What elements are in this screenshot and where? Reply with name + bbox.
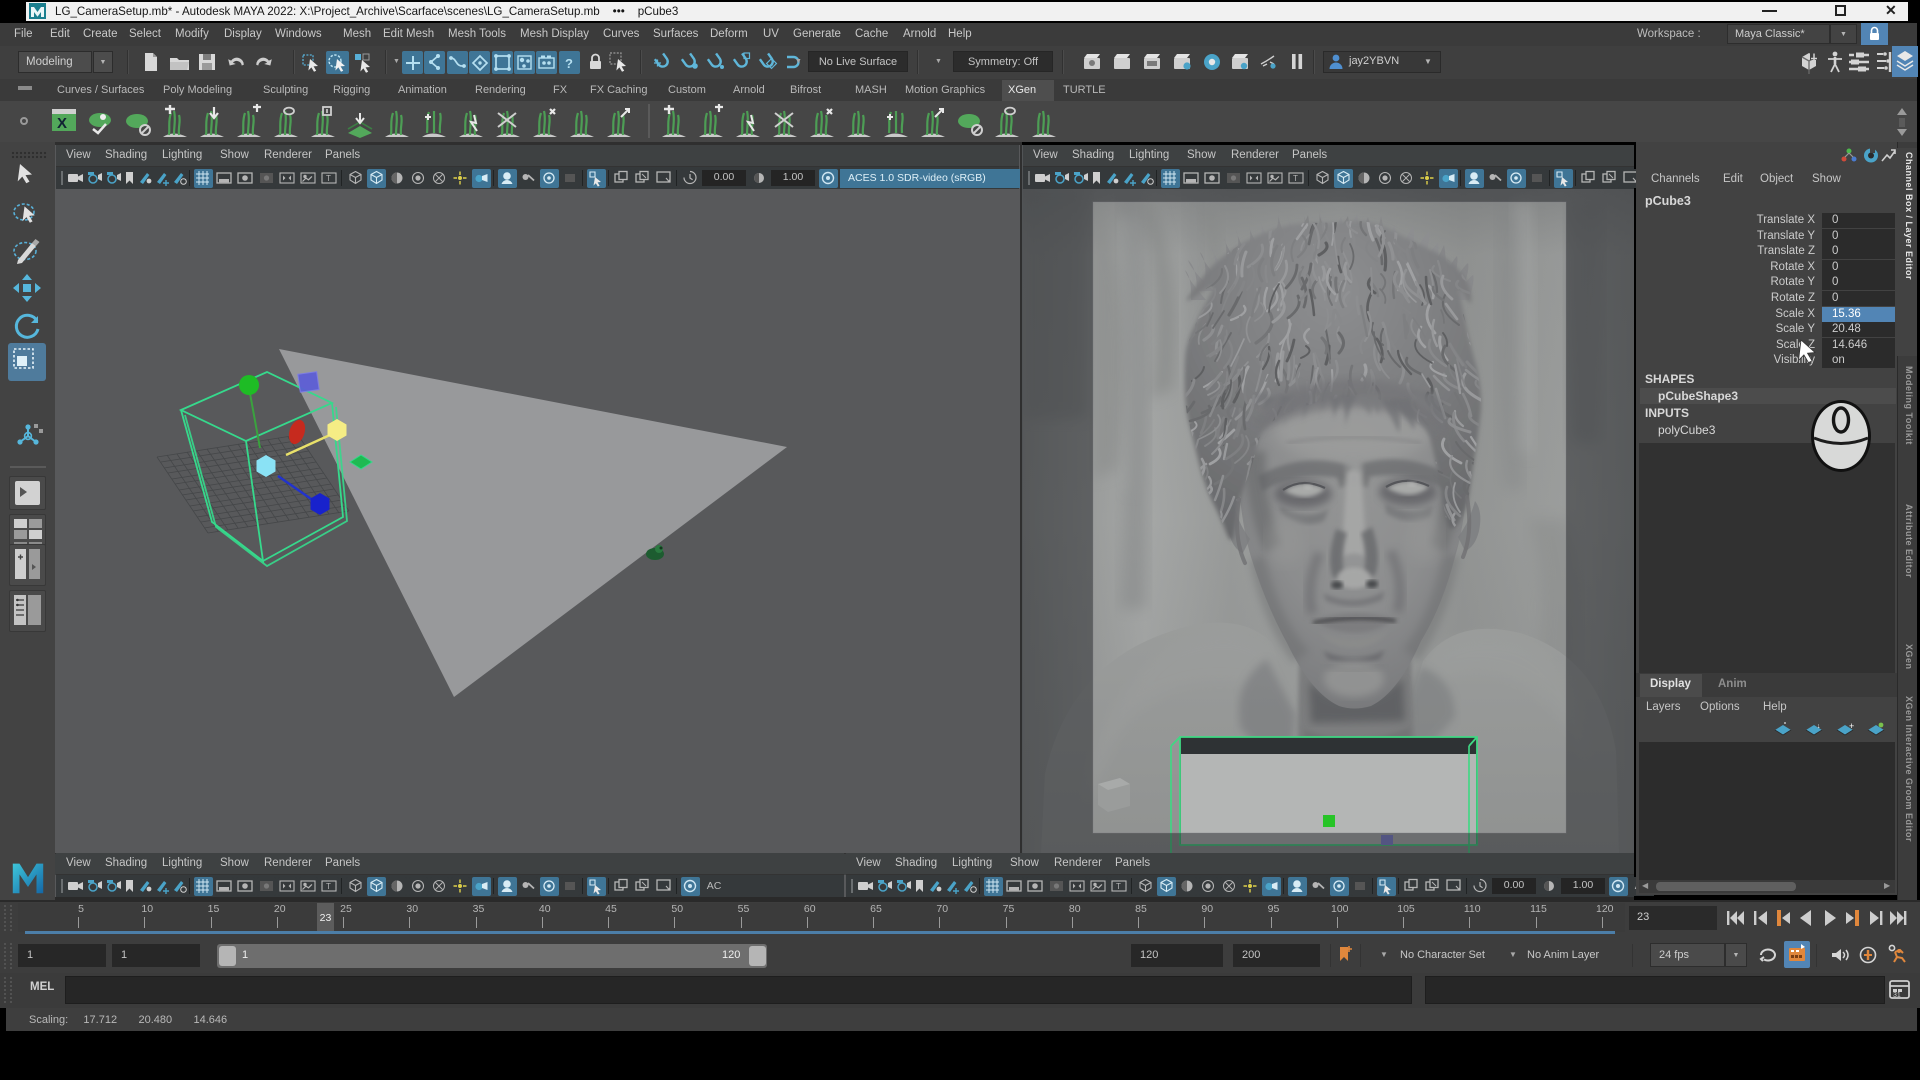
svg-text:T: T xyxy=(326,882,331,891)
svg-text:T: T xyxy=(1293,174,1298,183)
svg-text:?: ? xyxy=(565,56,573,71)
svg-text:↓: ↓ xyxy=(1817,723,1821,730)
svg-text:X: X xyxy=(57,115,67,132)
svg-text:+: + xyxy=(1849,722,1854,731)
svg-text:T: T xyxy=(1116,882,1121,891)
svg-text:31: 31 xyxy=(1893,992,1901,999)
svg-text:T: T xyxy=(326,174,331,183)
